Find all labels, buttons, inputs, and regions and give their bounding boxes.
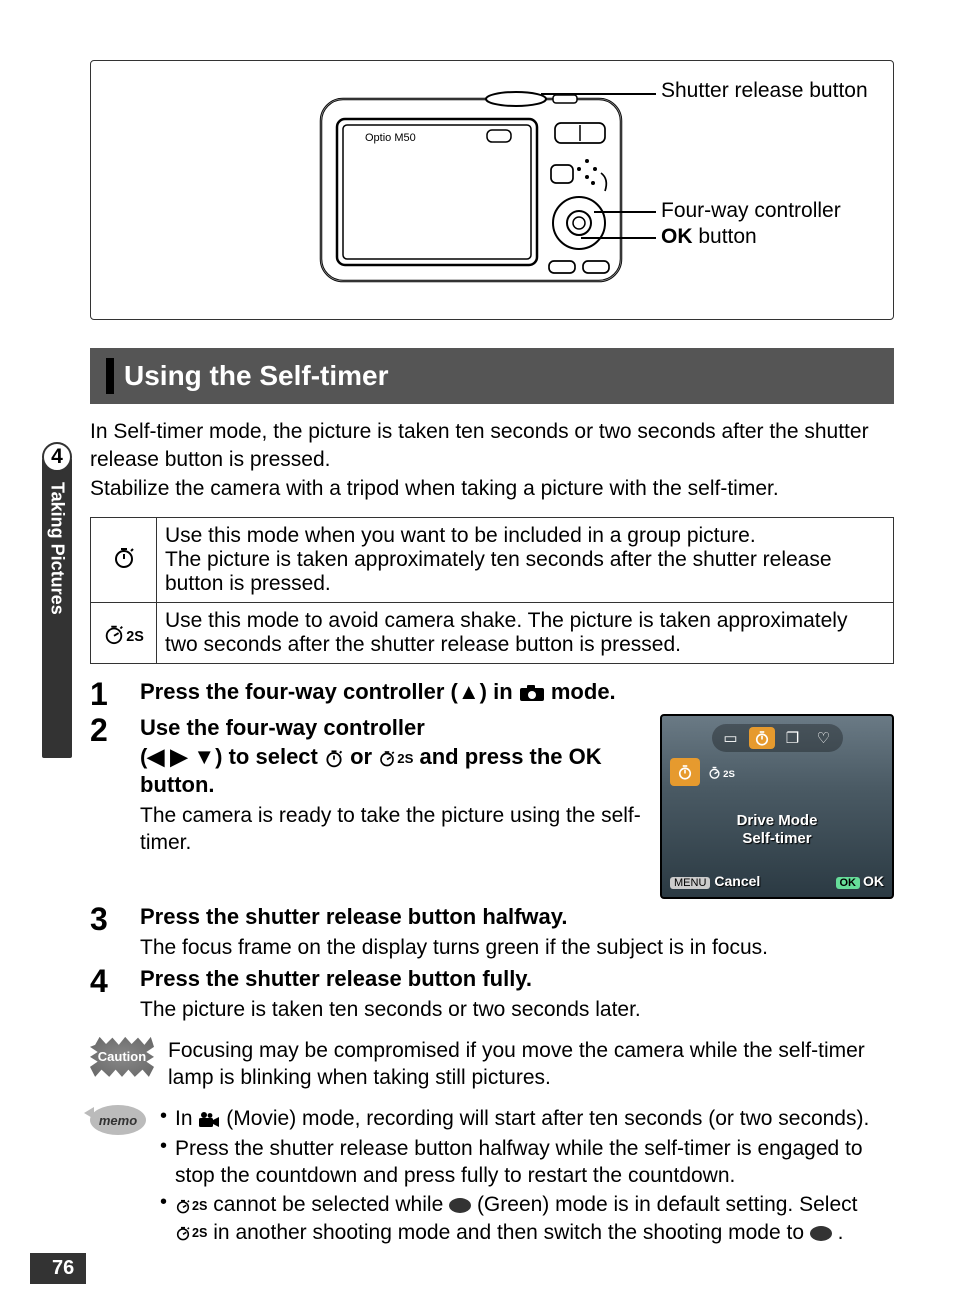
timer-10s-icon xyxy=(91,518,157,603)
section-title: Using the Self-timer xyxy=(90,348,894,404)
timer-2s-icon: 2S xyxy=(175,1225,207,1241)
green-mode-icon xyxy=(449,1198,471,1213)
timer-2s-icon: 2S xyxy=(175,1198,207,1214)
lcd-sub-options: 2S xyxy=(670,758,884,786)
step-2: 2 Use the four-way controller (◀ ▶ ▼) to… xyxy=(90,714,894,899)
green-mode-icon xyxy=(810,1226,832,1241)
lcd-ok: OKOK xyxy=(836,873,885,889)
page-number: 76 xyxy=(30,1253,86,1284)
movie-mode-icon xyxy=(198,1112,220,1128)
caution-text: Focusing may be compromised if you move … xyxy=(168,1037,894,1092)
caution-badge-icon: Caution xyxy=(90,1037,154,1077)
chapter-side-label: Taking Pictures xyxy=(42,458,72,758)
chapter-number-badge: 4 xyxy=(42,442,72,472)
timer-2s-desc: Use this mode to avoid camera shake. The… xyxy=(157,603,894,664)
memo-badge-icon: memo xyxy=(90,1105,146,1135)
drive-frame-icon: ♡ xyxy=(811,727,837,749)
lcd-preview: ▭ ❐ ♡ xyxy=(660,714,894,899)
timer-10s-desc: Use this mode when you want to be includ… xyxy=(157,518,894,603)
steps-list: 1 Press the four-way controller (▲) in m… xyxy=(90,678,894,1023)
timer-modes-table: Use this mode when you want to be includ… xyxy=(90,517,894,664)
option-10s-icon xyxy=(670,758,700,786)
step-3-desc: The focus frame on the display turns gre… xyxy=(140,934,894,961)
capture-mode-icon xyxy=(519,684,545,702)
caution-note: Caution Focusing may be compromised if y… xyxy=(90,1037,894,1092)
lcd-cancel: MENUCancel xyxy=(670,873,760,889)
lcd-drive-mode-tabs: ▭ ❐ ♡ xyxy=(712,724,843,752)
step-4: 4 Press the shutter release button fully… xyxy=(90,965,894,1023)
camera-model-label: Optio M50 xyxy=(365,132,416,144)
drive-continuous-icon: ❐ xyxy=(780,727,806,749)
drive-single-icon: ▭ xyxy=(718,727,744,749)
option-2s-icon: 2S xyxy=(706,758,736,786)
memo-note: memo In (Movie) mode, recording will sta… xyxy=(90,1105,894,1247)
step-1-title: Press the four-way controller (▲) in mod… xyxy=(140,678,894,707)
memo-item-2: Press the shutter release button halfway… xyxy=(160,1135,894,1190)
memo-item-1: In (Movie) mode, recording will start af… xyxy=(160,1105,894,1132)
timer-2s-icon: 2S xyxy=(91,603,157,664)
step-4-title: Press the shutter release button fully. xyxy=(140,965,894,994)
step-4-desc: The picture is taken ten seconds or two … xyxy=(140,996,894,1023)
step-1: 1 Press the four-way controller (▲) in m… xyxy=(90,678,894,710)
step-2-desc: The camera is ready to take the picture … xyxy=(140,802,646,857)
drive-selftimer-icon xyxy=(749,727,775,749)
step-2-title: Use the four-way controller (◀ ▶ ▼) to s… xyxy=(140,714,646,800)
memo-item-3: 2S cannot be selected while (Green) mode… xyxy=(160,1191,894,1246)
step-3: 3 Press the shutter release button halfw… xyxy=(90,903,894,961)
timer-2s-icon: 2S xyxy=(378,749,413,767)
callout-ok-button: OK button xyxy=(661,225,757,249)
memo-list: In (Movie) mode, recording will start af… xyxy=(160,1105,894,1245)
camera-illustration: Optio M50 xyxy=(311,75,631,305)
step-3-title: Press the shutter release button halfway… xyxy=(140,903,894,932)
callout-shutter: Shutter release button xyxy=(661,79,868,103)
lcd-mode-label: Drive ModeSelf-timer xyxy=(670,812,884,848)
callout-fourway: Four-way controller xyxy=(661,199,841,223)
intro-paragraph: In Self-timer mode, the picture is taken… xyxy=(90,418,894,503)
timer-10s-icon xyxy=(324,748,344,768)
camera-diagram: Optio M50 Shutter release button xyxy=(90,60,894,320)
